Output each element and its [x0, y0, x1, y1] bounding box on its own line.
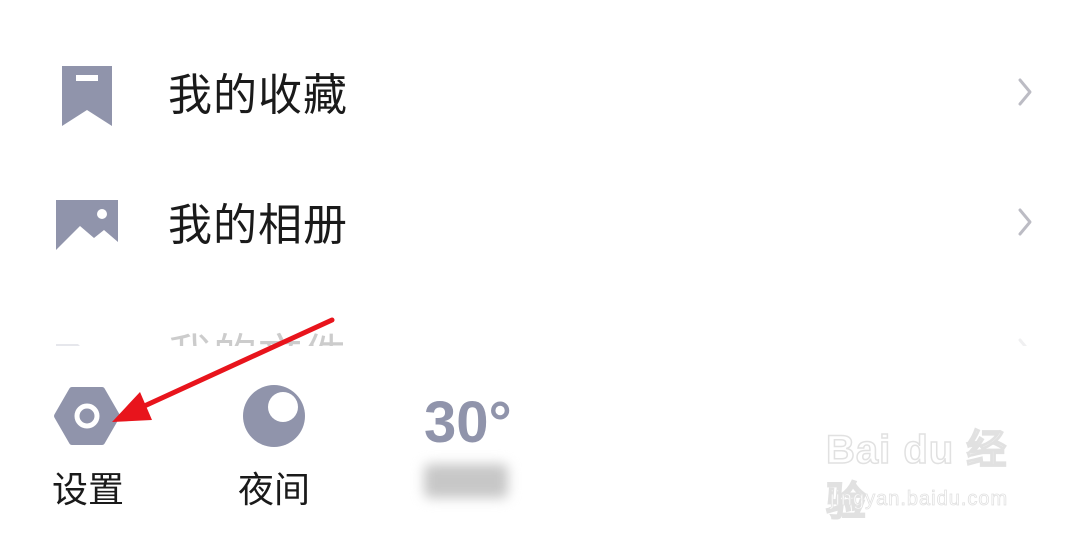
watermark-url: jingyan.baidu.com	[830, 488, 1009, 511]
menu-item-label: 我的收藏	[168, 70, 348, 121]
settings-icon	[54, 387, 120, 445]
moon-icon	[243, 385, 305, 447]
menu-item-album[interactable]: 我的相册	[0, 174, 1080, 274]
night-mode-label: 夜间	[237, 470, 310, 511]
baidu-jingyan-watermark: Bai du 经验 jingyan.baidu.com	[825, 424, 1036, 525]
menu-item-files[interactable]: 我的文件	[0, 304, 1080, 346]
menu-item-label: 我的文件	[168, 328, 348, 346]
weather-description: 晴	[424, 464, 508, 498]
folder-icon	[56, 344, 80, 346]
settings-label: 设置	[51, 470, 124, 511]
chevron-right-icon	[1018, 78, 1032, 106]
weather-widget[interactable]: 30° 晴	[410, 384, 530, 514]
menu-item-favorites[interactable]: 我的收藏	[0, 44, 1080, 144]
settings-button[interactable]: 设置	[28, 382, 148, 512]
image-icon	[56, 200, 118, 250]
watermark-logo: Bai du 经验	[825, 427, 1008, 525]
menu-item-label: 我的相册	[168, 200, 348, 251]
night-mode-button[interactable]: 夜间	[214, 382, 334, 512]
bookmark-icon	[62, 66, 112, 126]
weather-temperature: 30°	[424, 390, 512, 455]
chevron-right-icon	[1018, 338, 1027, 346]
chevron-right-icon	[1018, 208, 1032, 236]
